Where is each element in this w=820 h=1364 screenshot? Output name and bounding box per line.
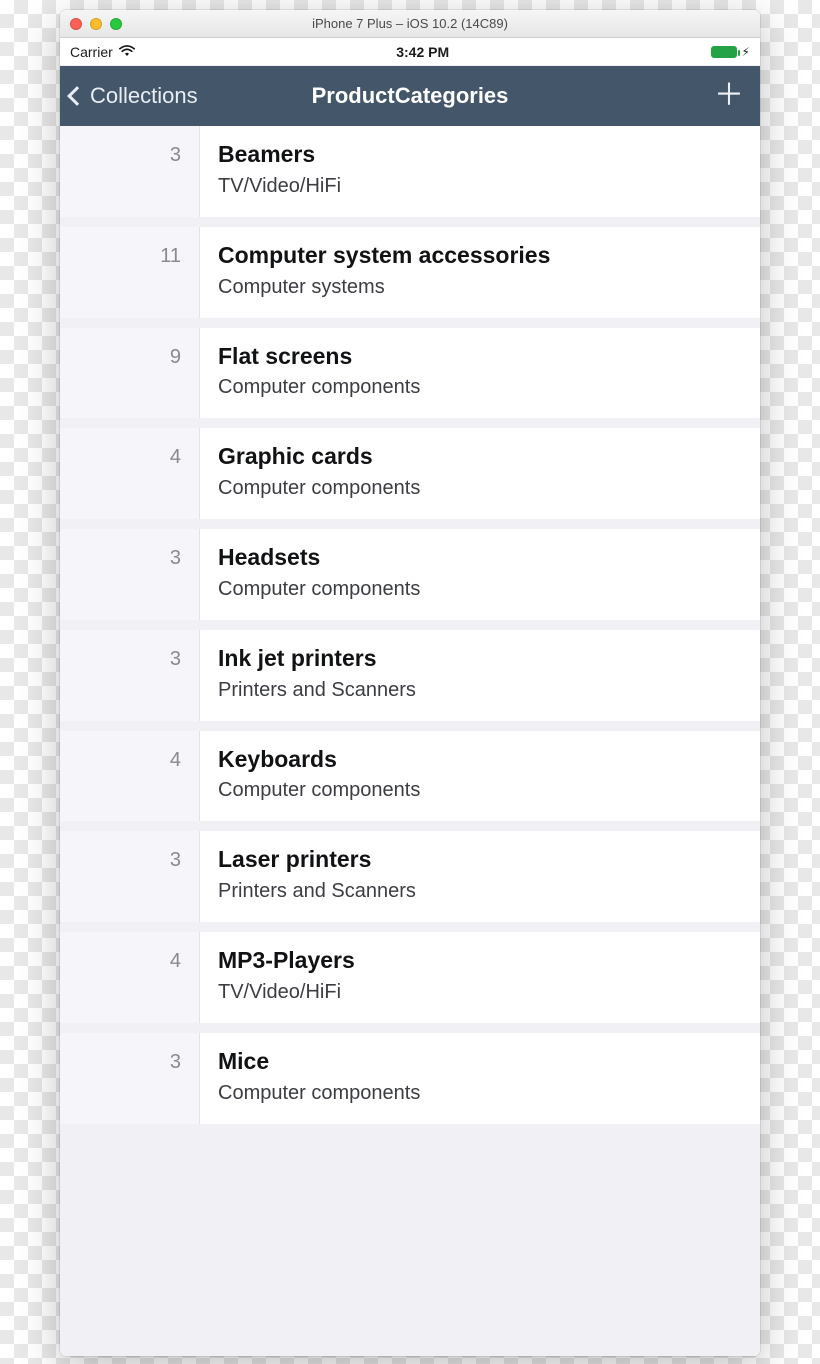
chevron-left-icon xyxy=(67,86,87,106)
row-count: 3 xyxy=(60,529,200,620)
row-title: Laser printers xyxy=(218,845,742,874)
close-icon[interactable] xyxy=(70,18,82,30)
row-body: Ink jet printers Printers and Scanners xyxy=(200,630,760,721)
row-title: Beamers xyxy=(218,140,742,169)
row-count: 11 xyxy=(60,227,200,318)
row-count: 3 xyxy=(60,831,200,922)
battery-icon xyxy=(711,46,737,58)
table-row[interactable]: 3 Laser printers Printers and Scanners xyxy=(60,831,760,932)
wifi-icon xyxy=(119,45,135,59)
row-body: Flat screens Computer components xyxy=(200,328,760,419)
plus-icon: ＋ xyxy=(714,79,744,112)
back-button[interactable]: Collections xyxy=(70,83,198,109)
row-body: Headsets Computer components xyxy=(200,529,760,620)
row-subtitle: Computer components xyxy=(218,576,742,602)
row-subtitle: TV/Video/HiFi xyxy=(218,979,742,1005)
row-subtitle: Computer systems xyxy=(218,274,742,300)
carrier-label: Carrier xyxy=(70,44,113,60)
row-count: 4 xyxy=(60,932,200,1023)
row-count: 9 xyxy=(60,328,200,419)
row-subtitle: Printers and Scanners xyxy=(218,677,742,703)
back-label: Collections xyxy=(90,83,198,109)
add-button[interactable]: ＋ xyxy=(708,77,750,115)
row-subtitle: TV/Video/HiFi xyxy=(218,173,742,199)
row-title: Computer system accessories xyxy=(218,241,742,270)
status-time: 3:42 PM xyxy=(396,44,449,60)
table-row[interactable]: 4 MP3-Players TV/Video/HiFi xyxy=(60,932,760,1033)
row-title: Keyboards xyxy=(218,745,742,774)
window-title: iPhone 7 Plus – iOS 10.2 (14C89) xyxy=(60,16,760,31)
table-row[interactable]: 3 Ink jet printers Printers and Scanners xyxy=(60,630,760,731)
row-subtitle: Printers and Scanners xyxy=(218,878,742,904)
row-title: Mice xyxy=(218,1047,742,1076)
row-body: Beamers TV/Video/HiFi xyxy=(200,126,760,217)
table-row[interactable]: 3 Headsets Computer components xyxy=(60,529,760,630)
row-count: 4 xyxy=(60,731,200,822)
row-body: Graphic cards Computer components xyxy=(200,428,760,519)
table-row[interactable]: 9 Flat screens Computer components xyxy=(60,328,760,429)
row-body: Computer system accessories Computer syst… xyxy=(200,227,760,318)
status-right: ⚡︎ xyxy=(711,46,750,58)
row-subtitle: Computer components xyxy=(218,475,742,501)
row-body: Keyboards Computer components xyxy=(200,731,760,822)
table-row[interactable]: 3 Beamers TV/Video/HiFi xyxy=(60,126,760,227)
row-title: Flat screens xyxy=(218,342,742,371)
row-subtitle: Computer components xyxy=(218,777,742,803)
charging-icon: ⚡︎ xyxy=(742,46,750,58)
row-count: 4 xyxy=(60,428,200,519)
table-row[interactable]: 11Computer system accessoriesComputer sy… xyxy=(60,227,760,328)
row-count: 3 xyxy=(60,126,200,217)
mac-titlebar[interactable]: iPhone 7 Plus – iOS 10.2 (14C89) xyxy=(60,10,760,38)
row-subtitle: Computer components xyxy=(218,1080,742,1106)
row-body: MP3-Players TV/Video/HiFi xyxy=(200,932,760,1023)
simulator-window: iPhone 7 Plus – iOS 10.2 (14C89) Carrier… xyxy=(60,10,760,1356)
table-row[interactable]: 3 Mice Computer components xyxy=(60,1033,760,1134)
row-title: MP3-Players xyxy=(218,946,742,975)
row-title: Ink jet printers xyxy=(218,644,742,673)
row-subtitle: Computer components xyxy=(218,374,742,400)
row-count: 3 xyxy=(60,1033,200,1124)
row-title: Graphic cards xyxy=(218,442,742,471)
maximize-icon[interactable] xyxy=(110,18,122,30)
row-title: Headsets xyxy=(218,543,742,572)
row-count: 3 xyxy=(60,630,200,721)
ios-nav-bar: Collections ProductCategories ＋ xyxy=(60,66,760,126)
category-list[interactable]: 3BeamersTV/Video/HiFi11Computer system a… xyxy=(60,126,760,1356)
row-body: Laser printers Printers and Scanners xyxy=(200,831,760,922)
table-row[interactable]: 4 Graphic cards Computer components xyxy=(60,428,760,529)
minimize-icon[interactable] xyxy=(90,18,102,30)
row-body: Mice Computer components xyxy=(200,1033,760,1124)
ios-status-bar: Carrier 3:42 PM ⚡︎ xyxy=(60,38,760,66)
status-left: Carrier xyxy=(70,44,135,60)
table-row[interactable]: 4 Keyboards Computer components xyxy=(60,731,760,832)
mac-window-buttons xyxy=(70,18,122,30)
